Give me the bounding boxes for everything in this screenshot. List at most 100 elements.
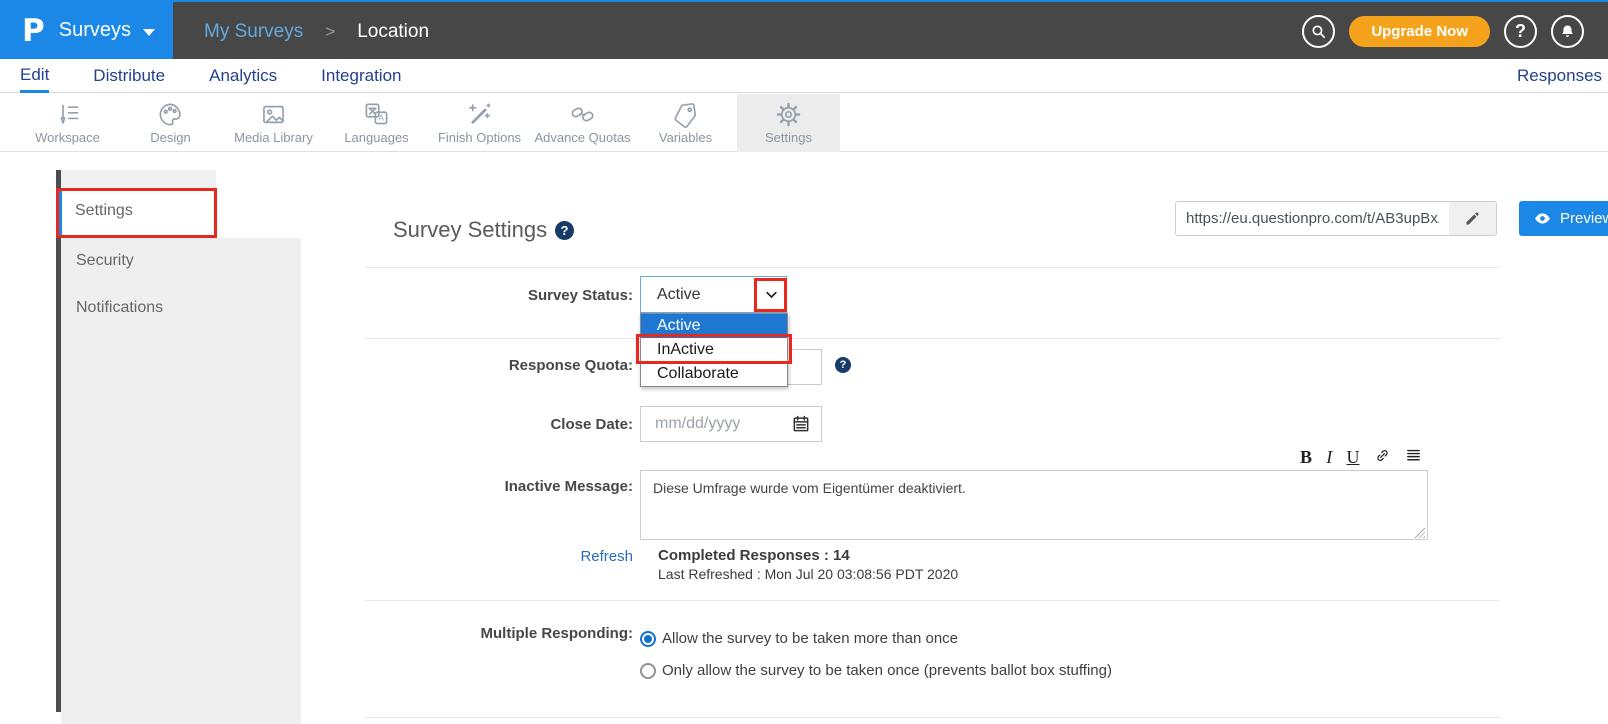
completed-responses-text: Completed Responses : 14: [658, 547, 850, 564]
advance-quotas-chain-icon: [569, 101, 596, 128]
tab-integration[interactable]: Integration: [321, 59, 401, 93]
edit-url-button[interactable]: [1449, 202, 1496, 235]
search-button[interactable]: [1302, 15, 1335, 48]
inactive-message-textarea[interactable]: Diese Umfrage wurde vom Eigentümer deakt…: [640, 470, 1428, 540]
toolbar-item-finish-options[interactable]: Finish Options: [428, 94, 531, 152]
toolbar-items: Workspace Design Media Library: [16, 94, 840, 152]
toolbar-item-label: Media Library: [234, 130, 313, 145]
inactive-message-label: Inactive Message:: [365, 478, 633, 495]
notifications-button[interactable]: [1551, 15, 1584, 48]
breadcrumb-my-surveys[interactable]: My Surveys: [204, 21, 303, 43]
survey-status-dropdown: Active InActive Collaborate: [640, 313, 788, 387]
toolbar-item-label: Settings: [765, 130, 812, 145]
search-icon: [1310, 23, 1327, 40]
radio-selected-icon: [640, 631, 656, 647]
toolbar-item-label: Languages: [344, 130, 408, 145]
questionpro-logo: P: [22, 13, 45, 49]
radio-option-label: Allow the survey to be taken more than o…: [662, 630, 958, 647]
toolbar-item-label: Workspace: [35, 130, 100, 145]
eye-icon: [1533, 209, 1552, 228]
questionpro-settings-page: P Surveys My Surveys > Location Upgrade …: [0, 0, 1608, 724]
design-palette-icon: [157, 101, 184, 128]
toolbar-item-languages[interactable]: A Languages: [325, 94, 428, 152]
radio-option-allow-multiple[interactable]: Allow the survey to be taken more than o…: [640, 630, 958, 647]
last-refreshed-text: Last Refreshed : Mon Jul 20 03:08:56 PDT…: [658, 566, 958, 582]
responses-link[interactable]: Responses: [1517, 59, 1608, 93]
preview-button-label: Preview: [1560, 210, 1608, 227]
toolbar-item-label: Advance Quotas: [534, 130, 630, 145]
divider: [365, 338, 1500, 339]
workspace-icon: [54, 101, 81, 128]
survey-status-label: Survey Status:: [365, 287, 633, 304]
preview-button[interactable]: Preview: [1519, 201, 1608, 236]
align-button[interactable]: [1405, 447, 1422, 467]
upgrade-now-button[interactable]: Upgrade Now: [1349, 16, 1490, 47]
calendar-icon[interactable]: [790, 414, 812, 436]
help-icon: ?: [1515, 21, 1526, 42]
link-button[interactable]: [1374, 447, 1391, 467]
close-date-label: Close Date:: [365, 416, 633, 433]
media-library-icon: [260, 101, 287, 128]
dropdown-option-active[interactable]: Active: [641, 314, 787, 338]
italic-button[interactable]: I: [1326, 448, 1332, 466]
product-switcher[interactable]: P Surveys: [0, 0, 173, 61]
section-nav: Edit Distribute Analytics Integration Re…: [0, 59, 1608, 93]
sidebar-item-notifications[interactable]: Notifications: [76, 299, 163, 317]
format-toolbar: B I U: [1300, 446, 1422, 468]
tab-edit[interactable]: Edit: [20, 59, 49, 93]
languages-icon: A: [363, 101, 390, 128]
align-justify-icon: [1405, 447, 1422, 464]
toolbar-item-label: Finish Options: [438, 130, 521, 145]
toolbar-item-settings[interactable]: Settings: [737, 94, 840, 152]
toolbar-item-label: Design: [150, 130, 190, 145]
tab-analytics[interactable]: Analytics: [209, 59, 277, 93]
svg-text:A: A: [378, 113, 384, 123]
sidebar-item-security[interactable]: Security: [76, 252, 134, 270]
survey-url-input[interactable]: [1176, 202, 1449, 235]
survey-settings-help-icon[interactable]: ?: [555, 221, 574, 240]
bell-icon: [1559, 23, 1576, 40]
top-header: P Surveys My Surveys > Location Upgrade …: [0, 0, 1608, 59]
radio-option-only-once[interactable]: Only allow the survey to be taken once (…: [640, 662, 1112, 679]
toolbar-item-variables[interactable]: Variables: [634, 94, 737, 152]
toolbar-item-design[interactable]: Design: [119, 94, 222, 152]
dropdown-option-inactive[interactable]: InActive: [641, 338, 787, 362]
divider: [365, 267, 1500, 268]
edit-toolbar: Workspace Design Media Library: [0, 94, 1608, 152]
divider: [365, 600, 1500, 601]
survey-url-box: [1175, 201, 1497, 236]
survey-status-value: Active: [657, 286, 756, 304]
active-indicator: [59, 191, 62, 235]
header-actions: Upgrade Now ?: [1302, 2, 1584, 61]
radio-option-label: Only allow the survey to be taken once (…: [662, 662, 1112, 679]
variables-tag-icon: [672, 101, 699, 128]
sidebar-item-label: Settings: [75, 202, 133, 220]
survey-status-select[interactable]: Active: [640, 276, 787, 313]
chevron-down-icon: [756, 287, 786, 302]
finish-options-wand-icon: [466, 101, 493, 128]
nav-tabs: Edit Distribute Analytics Integration: [20, 59, 401, 93]
breadcrumb: My Surveys > Location: [204, 2, 429, 61]
settings-sidebar: Security Notifications: [61, 238, 301, 724]
underline-button[interactable]: U: [1346, 448, 1359, 466]
product-name: Surveys: [59, 19, 131, 42]
breadcrumb-separator-icon: >: [325, 22, 335, 42]
dropdown-option-collaborate[interactable]: Collaborate: [641, 362, 787, 386]
link-icon: [1374, 447, 1391, 464]
toolbar-item-workspace[interactable]: Workspace: [16, 94, 119, 152]
toolbar-item-media-library[interactable]: Media Library: [222, 94, 325, 152]
sidebar-item-settings[interactable]: Settings: [56, 188, 217, 238]
response-quota-help-icon[interactable]: ?: [835, 357, 851, 373]
help-button[interactable]: ?: [1504, 15, 1537, 48]
tab-distribute[interactable]: Distribute: [93, 59, 165, 93]
bold-button[interactable]: B: [1300, 448, 1312, 466]
sidebar-top-band: [61, 170, 216, 189]
divider: [365, 717, 1500, 718]
refresh-link[interactable]: Refresh: [540, 548, 633, 565]
radio-unselected-icon: [640, 663, 656, 679]
toolbar-item-advance-quotas[interactable]: Advance Quotas: [531, 94, 634, 152]
toolbar-item-label: Variables: [659, 130, 712, 145]
breadcrumb-current: Location: [357, 21, 429, 43]
pencil-icon: [1464, 210, 1481, 227]
multiple-responding-label: Multiple Responding:: [365, 625, 633, 642]
